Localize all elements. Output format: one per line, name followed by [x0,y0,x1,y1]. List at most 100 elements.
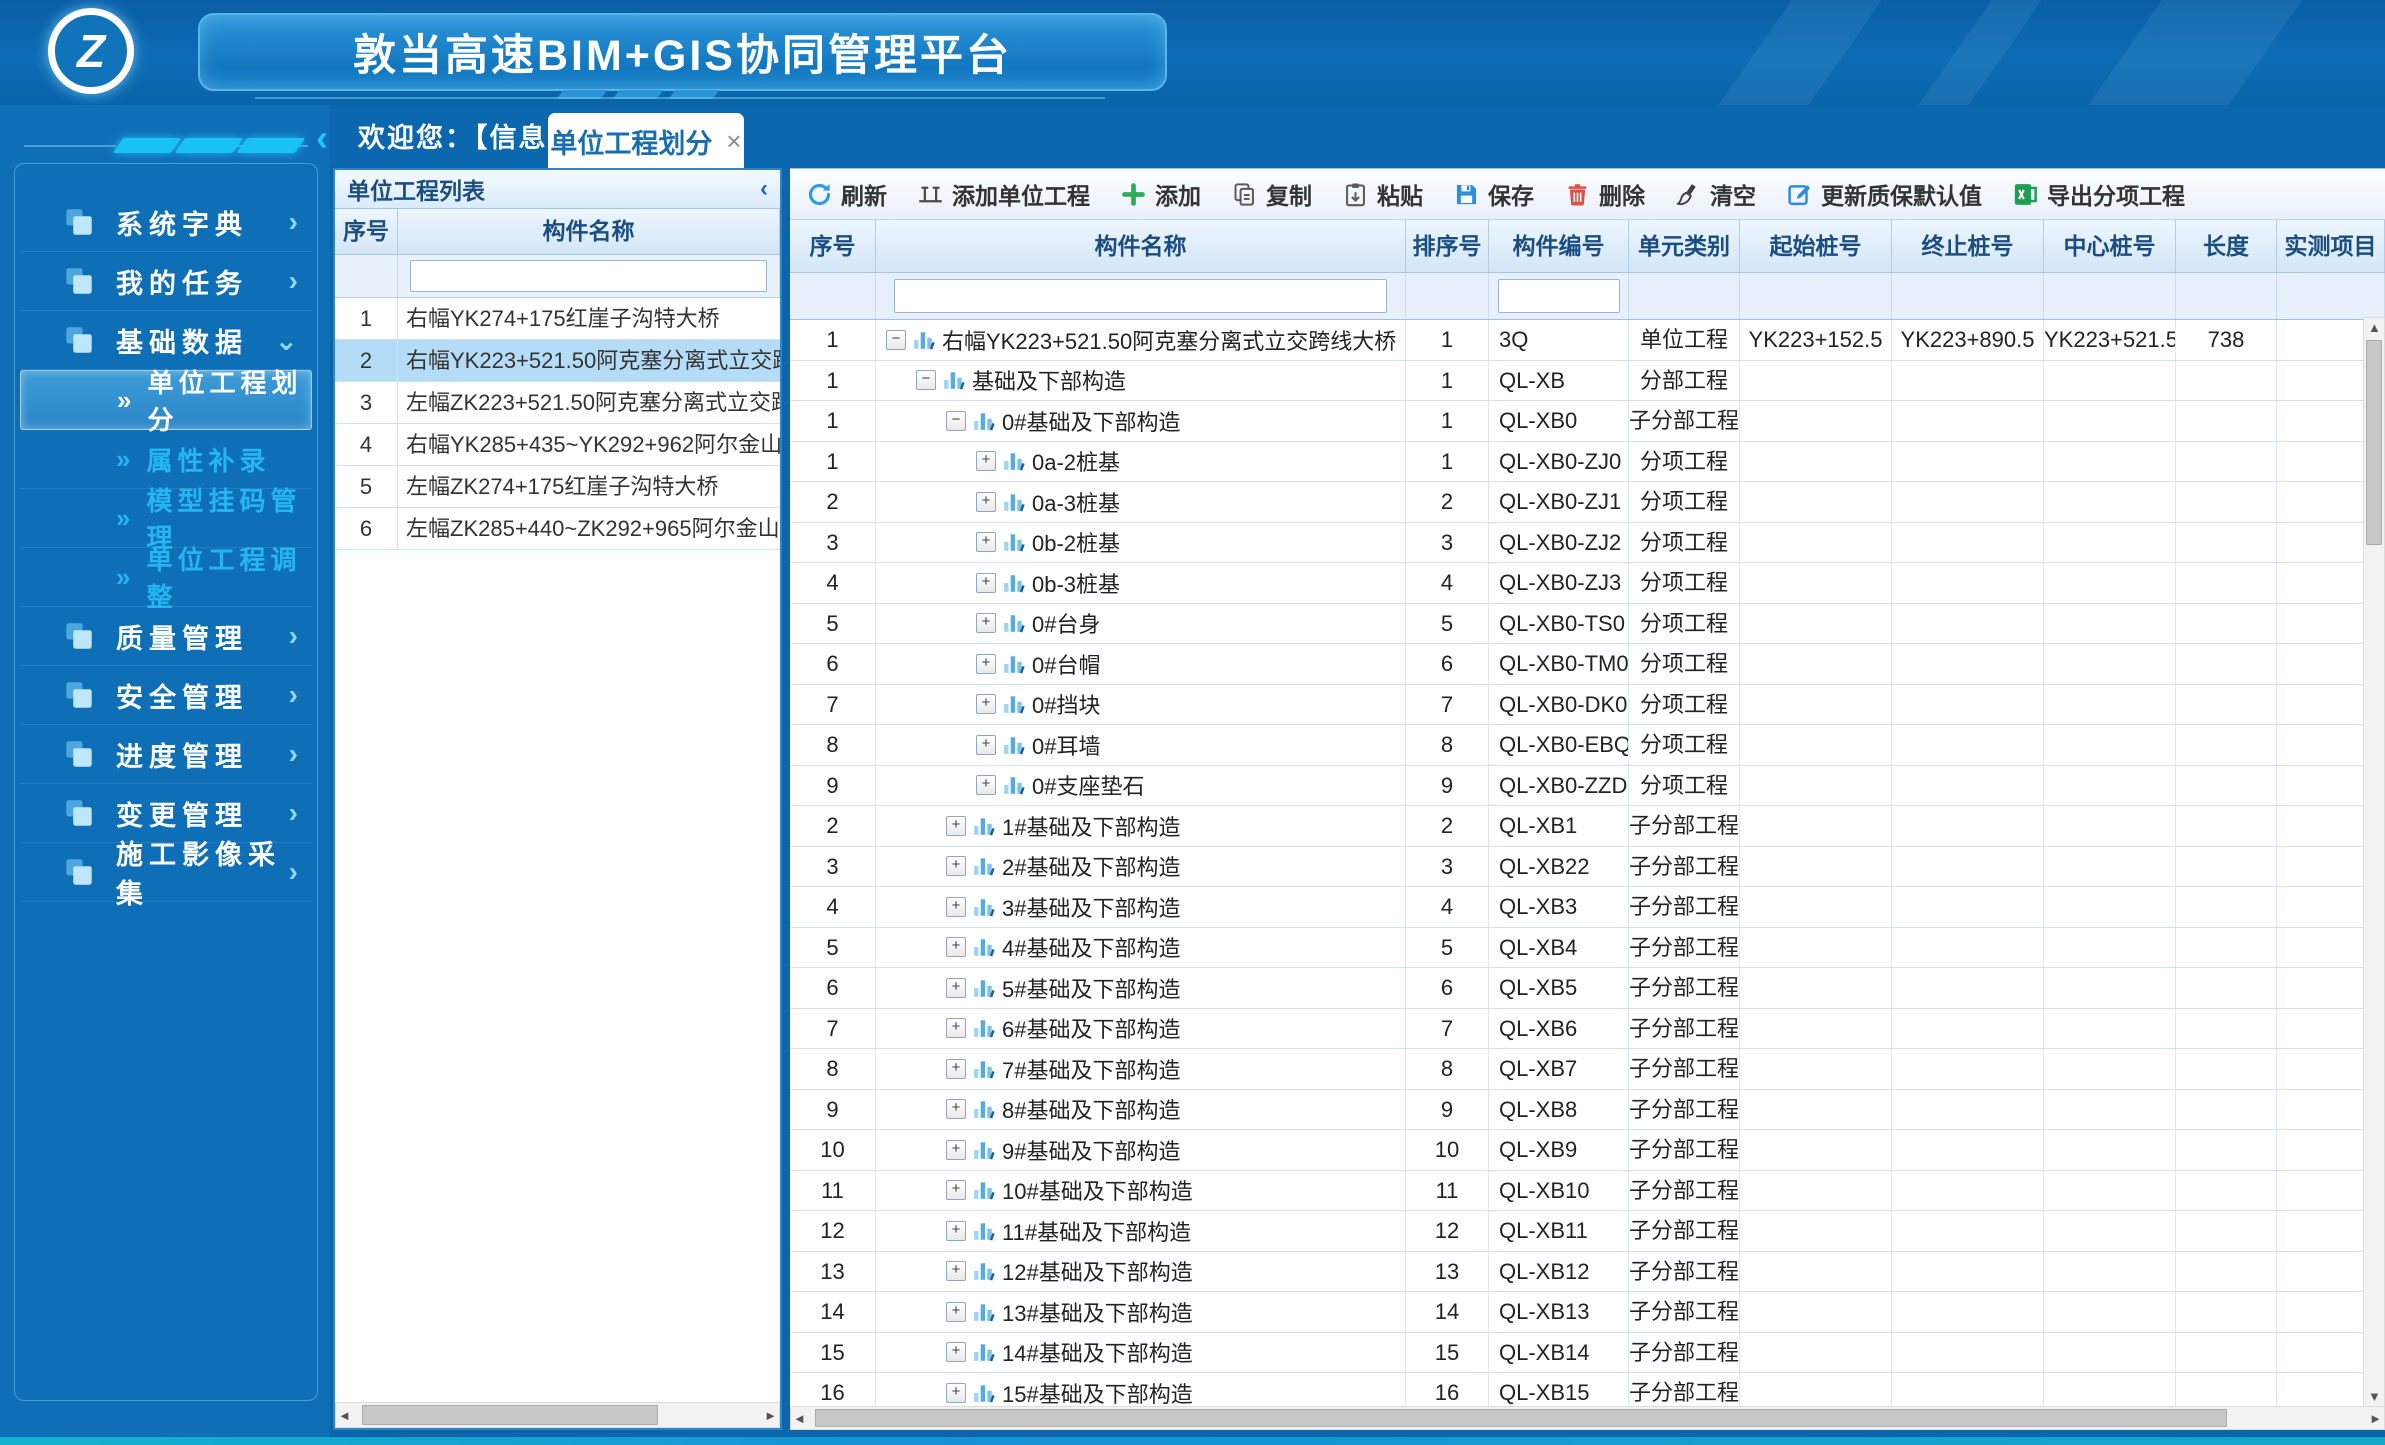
collapse-panel-icon[interactable]: ‹ [760,175,768,203]
division-tree-row[interactable]: 3 + 0b-2桩基 3 QL-XB0-ZJ2 分项工程 [790,523,2385,564]
expand-node-icon[interactable]: + [946,978,966,998]
division-tree-row[interactable]: 10 + 9#基础及下部构造 10 QL-XB9 子分部工程 [790,1130,2385,1171]
scrollbar-thumb[interactable] [815,1409,2227,1427]
expand-node-icon[interactable]: + [946,1302,966,1322]
scroll-right-arrow-icon[interactable]: ► [2369,1411,2382,1426]
main-horizontal-scrollbar[interactable]: ◄ ► [790,1406,2385,1430]
expand-node-icon[interactable]: + [946,1342,966,1362]
toolbar-button-plus-icon[interactable]: 添加 [1120,177,1201,211]
collapse-node-icon[interactable]: − [946,411,966,431]
division-tree-row[interactable]: 2 + 0a-3桩基 2 QL-XB0-ZJ1 分项工程 [790,482,2385,523]
scroll-up-arrow-icon[interactable]: ▲ [2368,320,2381,335]
division-tree-row[interactable]: 7 + 0#挡块 7 QL-XB0-DK0 分项工程 [790,685,2385,726]
division-tree-row[interactable]: 4 + 3#基础及下部构造 4 QL-XB3 子分部工程 [790,887,2385,928]
unit-project-row[interactable]: 5 左幅ZK274+175红崖子沟特大桥 [335,466,780,508]
division-tree-row[interactable]: 16 + 15#基础及下部构造 16 QL-XB15 子分部工程 [790,1373,2385,1410]
sidebar-item-12[interactable]: 施工影像采集 › [20,843,312,902]
expand-node-icon[interactable]: + [946,1140,966,1160]
division-tree-row[interactable]: 4 + 0b-3桩基 4 QL-XB0-ZJ3 分项工程 [790,563,2385,604]
division-tree-row[interactable]: 2 + 1#基础及下部构造 2 QL-XB1 子分部工程 [790,806,2385,847]
left-horizontal-scrollbar[interactable]: ◄ ► [335,1402,780,1428]
sidebar-item-9[interactable]: 安全管理 › [20,666,312,725]
left-name-filter-input[interactable] [410,260,767,292]
division-tree-row[interactable]: 8 + 0#耳墙 8 QL-XB0-EBQ0 分项工程 [790,725,2385,766]
division-tree-row[interactable]: 15 + 14#基础及下部构造 15 QL-XB14 子分部工程 [790,1333,2385,1374]
division-tree-row[interactable]: 7 + 6#基础及下部构造 7 QL-XB6 子分部工程 [790,1009,2385,1050]
division-tree-row[interactable]: 11 + 10#基础及下部构造 11 QL-XB10 子分部工程 [790,1171,2385,1212]
expand-node-icon[interactable]: + [976,573,996,593]
expand-node-icon[interactable]: + [946,856,966,876]
expand-node-icon[interactable]: + [976,735,996,755]
code-filter-input[interactable] [1498,279,1620,313]
expand-node-icon[interactable]: + [976,532,996,552]
scrollbar-thumb[interactable] [2366,340,2382,545]
expand-node-icon[interactable]: + [946,1018,966,1038]
name-filter-input[interactable] [894,279,1387,313]
expand-node-icon[interactable]: + [976,694,996,714]
toolbar-button-copy-icon[interactable]: 复制 [1231,177,1312,211]
toolbar-button-export-icon[interactable]: 导出分项工程 [2012,177,2185,211]
sidebar-item-1[interactable]: 系统字典 › [20,193,312,252]
sidebar-item-3[interactable]: 基础数据 ⌄ [20,311,312,370]
collapse-node-icon[interactable]: − [916,370,936,390]
scroll-down-arrow-icon[interactable]: ▼ [2368,1389,2381,1404]
sidebar-item-2[interactable]: 我的任务 › [20,252,312,311]
unit-project-row[interactable]: 4 右幅YK285+435~YK292+962阿尔金山特长隧道 [335,424,780,466]
division-tree-row[interactable]: 9 + 8#基础及下部构造 9 QL-XB8 子分部工程 [790,1090,2385,1131]
division-tree-row[interactable]: 13 + 12#基础及下部构造 13 QL-XB12 子分部工程 [790,1252,2385,1293]
tab-close-icon[interactable]: × [726,126,741,157]
division-tree-row[interactable]: 1 + 0a-2桩基 1 QL-XB0-ZJ0 分项工程 [790,442,2385,483]
expand-node-icon[interactable]: + [976,492,996,512]
vertical-scrollbar[interactable]: ▲ ▼ [2363,317,2385,1407]
expand-node-icon[interactable]: + [946,1180,966,1200]
scroll-left-arrow-icon[interactable]: ◄ [338,1408,351,1423]
division-tree-row[interactable]: 5 + 4#基础及下部构造 5 QL-XB4 子分部工程 [790,928,2385,969]
tab-unit-project-division[interactable]: 单位工程划分 × [548,113,744,169]
expand-node-icon[interactable]: + [946,897,966,917]
division-tree-row[interactable]: 1 − 右幅YK223+521.50阿克塞分离式立交跨线大桥 1 3Q 单位工程… [790,320,2385,361]
expand-node-icon[interactable]: + [946,1383,966,1403]
expand-node-icon[interactable]: + [946,816,966,836]
division-tree-row[interactable]: 12 + 11#基础及下部构造 12 QL-XB11 子分部工程 [790,1211,2385,1252]
division-tree-row[interactable]: 9 + 0#支座垫石 9 QL-XB0-ZZDS0 分项工程 [790,766,2385,807]
sidebar-item-8[interactable]: 质量管理 › [20,607,312,666]
collapse-node-icon[interactable]: − [886,330,906,350]
expand-node-icon[interactable]: + [976,613,996,633]
scrollbar-thumb[interactable] [362,1405,658,1425]
scroll-left-arrow-icon[interactable]: ◄ [793,1411,806,1426]
expand-node-icon[interactable]: + [976,775,996,795]
expand-node-icon[interactable]: + [976,654,996,674]
expand-node-icon[interactable]: + [946,1221,966,1241]
toolbar-button-clear-icon[interactable]: 清空 [1675,177,1756,211]
division-tree-row[interactable]: 1 − 基础及下部构造 1 QL-XB 分部工程 [790,361,2385,402]
toolbar-button-paste-icon[interactable]: 粘贴 [1342,177,1423,211]
toolbar-button-update-icon[interactable]: 更新质保默认值 [1786,177,1982,211]
tab-scroll-left-icon[interactable]: ‹ [316,117,328,159]
unit-project-row[interactable]: 1 右幅YK274+175红崖子沟特大桥 [335,298,780,340]
division-tree-row[interactable]: 6 + 0#台帽 6 QL-XB0-TM0 分项工程 [790,644,2385,685]
expand-node-icon[interactable]: + [946,1059,966,1079]
unit-project-row[interactable]: 2 右幅YK223+521.50阿克塞分离式立交跨线大桥 [335,340,780,382]
division-tree-row[interactable]: 14 + 13#基础及下部构造 14 QL-XB13 子分部工程 [790,1292,2385,1333]
sidebar-subitem-7[interactable]: » 单位工程调整 [20,548,312,607]
expand-node-icon[interactable]: + [946,1261,966,1281]
unit-project-row[interactable]: 3 左幅ZK223+521.50阿克塞分离式立交跨线大桥 [335,382,780,424]
toolbar-button-refresh-icon[interactable]: 刷新 [806,177,887,211]
unit-project-row[interactable]: 6 左幅ZK285+440~ZK292+965阿尔金山特长隧道 [335,508,780,550]
sidebar-item-10[interactable]: 进度管理 › [20,725,312,784]
update-icon [1786,181,1813,208]
expand-node-icon[interactable]: + [976,451,996,471]
division-tree-row[interactable]: 6 + 5#基础及下部构造 6 QL-XB5 子分部工程 [790,968,2385,1009]
expand-node-icon[interactable]: + [946,1099,966,1119]
toolbar-button-delete-icon[interactable]: 删除 [1564,177,1645,211]
sidebar-subitem-4[interactable]: » 单位工程划分 [20,370,312,430]
scroll-right-arrow-icon[interactable]: ► [764,1408,777,1423]
division-tree-row[interactable]: 3 + 2#基础及下部构造 3 QL-XB22 子分部工程 [790,847,2385,888]
division-tree-row[interactable]: 5 + 0#台身 5 QL-XB0-TS0 分项工程 [790,604,2385,645]
toolbar-button-save-icon[interactable]: 保存 [1453,177,1534,211]
cell-length: 738 [2176,320,2277,360]
division-tree-row[interactable]: 8 + 7#基础及下部构造 8 QL-XB7 子分部工程 [790,1049,2385,1090]
toolbar-button-add-unit-icon[interactable]: 添加单位工程 [917,177,1090,211]
expand-node-icon[interactable]: + [946,937,966,957]
division-tree-row[interactable]: 1 − 0#基础及下部构造 1 QL-XB0 子分部工程 [790,401,2385,442]
